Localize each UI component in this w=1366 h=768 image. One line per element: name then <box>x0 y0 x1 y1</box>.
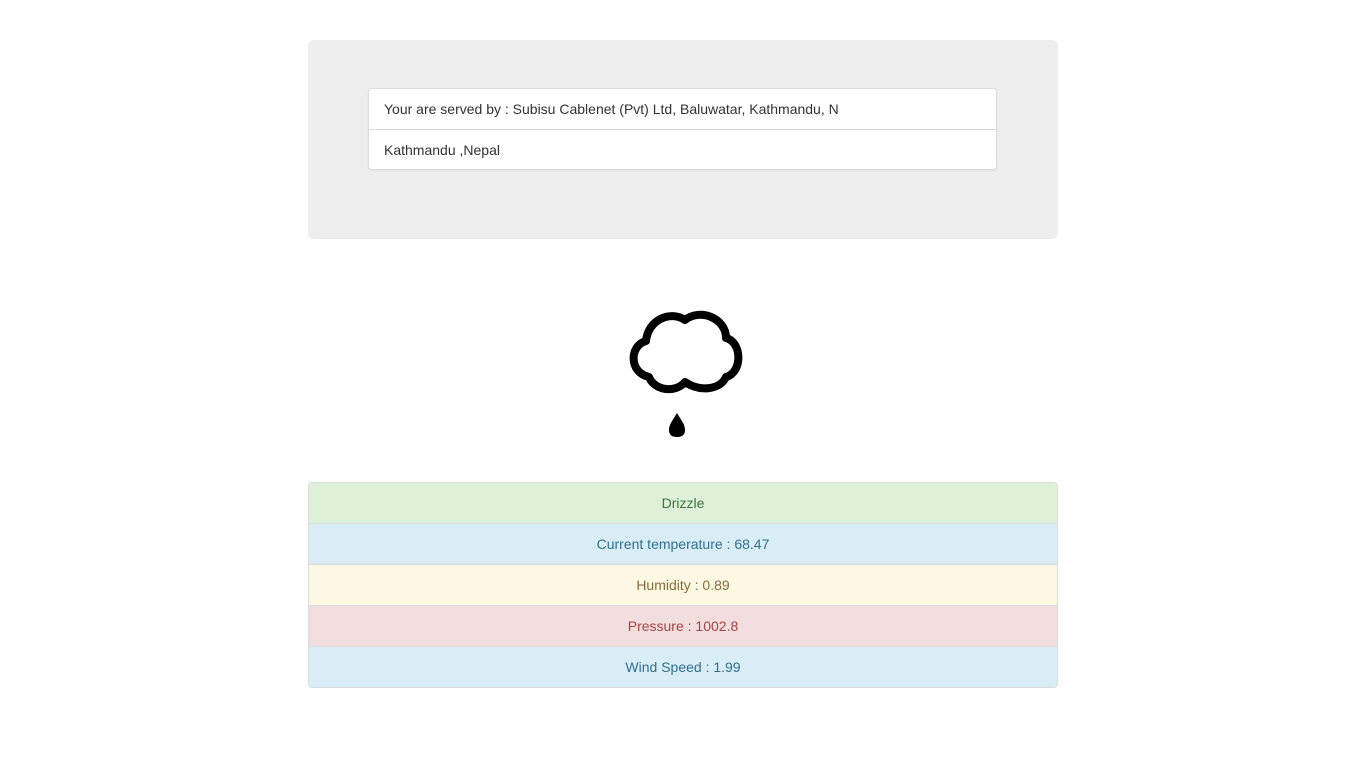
location-info: Kathmandu ,Nepal <box>369 129 996 169</box>
location-info-list: Your are served by : Subisu Cablenet (Pv… <box>368 88 997 170</box>
weather-summary: Drizzle <box>309 483 1057 524</box>
temperature-item: Current temperature : 68.47 <box>309 524 1057 565</box>
cloud-drizzle-icon <box>629 310 743 437</box>
wind-speed-item: Wind Speed : 1.99 <box>309 647 1057 687</box>
weather-details-list: Drizzle Current temperature : 68.47 Humi… <box>308 482 1058 688</box>
humidity-item: Humidity : 0.89 <box>309 565 1057 606</box>
raindrop-icon <box>669 413 685 437</box>
provider-info: Your are served by : Subisu Cablenet (Pv… <box>384 101 839 117</box>
pressure-item: Pressure : 1002.8 <box>309 606 1057 647</box>
location-panel: Your are served by : Subisu Cablenet (Pv… <box>308 40 1058 239</box>
